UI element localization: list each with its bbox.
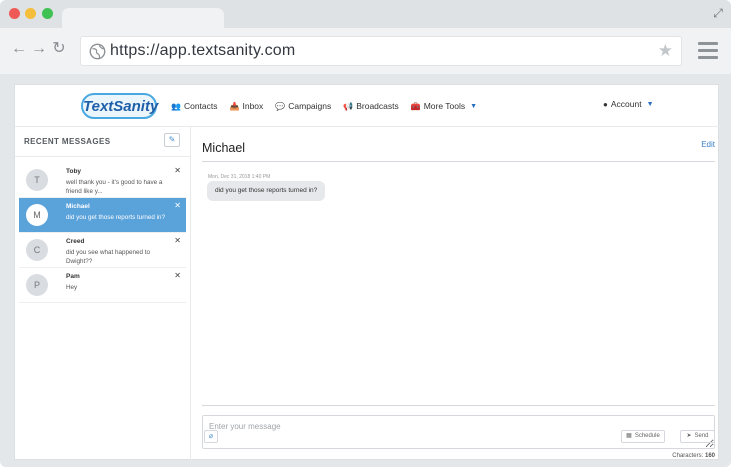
reload-icon[interactable]: ↻ (50, 40, 68, 58)
schedule-button[interactable]: ▦ Schedule (621, 430, 665, 443)
users-icon: 👥 (171, 101, 181, 111)
message-preview: did you see what happened to Dwight?? (66, 249, 151, 265)
browser-tab[interactable] (62, 8, 224, 30)
attach-button[interactable]: ⌀ (204, 430, 218, 443)
send-icon: ➤ (686, 433, 692, 439)
url-text: https://app.textsanity.com (110, 42, 296, 59)
nav-inbox[interactable]: 📥 Inbox (230, 99, 264, 113)
toolbox-icon: 🧰 (410, 101, 421, 111)
account-menu[interactable]: ● Account ▼ (603, 99, 654, 109)
close-window-button[interactable] (9, 8, 20, 19)
browser-window: ⤢ ← → ↻ https://app.textsanity.com ★ Tex… (0, 0, 731, 467)
list-item[interactable]: T Toby well thank you - it's good to hav… (19, 163, 186, 198)
megaphone-icon: 📢 (343, 101, 354, 111)
chat-panel: Michael Edit Mon, Dec 31, 2018 1:40 PM d… (191, 127, 720, 461)
forward-arrow-icon[interactable]: → (30, 40, 48, 58)
avatar: P (26, 274, 48, 296)
avatar: C (26, 239, 48, 261)
message-sender: Toby (66, 168, 82, 175)
chat-divider (202, 161, 715, 162)
inbox-icon: 📥 (229, 101, 240, 111)
message-preview: Hey (66, 284, 78, 291)
send-button[interactable]: ➤ Send (680, 430, 715, 443)
list-item[interactable]: M Michael did you get those reports turn… (19, 198, 186, 233)
calendar-icon: ▦ (626, 433, 632, 439)
message-sender: Creed (66, 238, 85, 245)
list-item[interactable]: C Creed did you see what happened to Dwi… (19, 233, 186, 268)
message-sender: Pam (66, 273, 80, 280)
avatar: T (26, 169, 48, 191)
zoom-window-button[interactable] (42, 8, 53, 19)
app-viewport: TextSanity 👥 Contacts 📥 Inbox 💬 Campaign… (14, 84, 720, 461)
minimize-window-button[interactable] (25, 8, 36, 19)
sidebar-divider (15, 156, 190, 157)
character-counter: Characters: 160 (672, 453, 715, 459)
nav-campaigns[interactable]: 💬 Campaigns (275, 99, 331, 113)
message-preview: did you get those reports turned in? (66, 214, 166, 221)
edit-link[interactable]: Edit (701, 140, 715, 149)
globe-icon (89, 43, 106, 60)
chevron-down-icon: ▼ (646, 100, 654, 108)
back-arrow-icon[interactable]: ← (10, 40, 28, 58)
chat-icon: 💬 (275, 101, 286, 111)
message-sender: Michael (66, 203, 90, 210)
main-nav: 👥 Contacts 📥 Inbox 💬 Campaigns 📢 Broadca… (171, 99, 477, 113)
sidebar: RECENT MESSAGES ✎ T Toby well thank you … (15, 127, 191, 461)
recent-messages-title: RECENT MESSAGES (24, 137, 111, 146)
chat-divider-bottom (202, 405, 715, 406)
nav-more-tools[interactable]: 🧰 More Tools ▼ (411, 99, 477, 113)
nav-contacts[interactable]: 👥 Contacts (171, 99, 218, 113)
list-item[interactable]: P Pam Hey ✕ (19, 268, 186, 303)
title-bar: ⤢ (0, 0, 731, 30)
message-list: T Toby well thank you - it's good to hav… (19, 163, 186, 303)
textsanity-logo[interactable]: TextSanity (81, 93, 158, 119)
compose-icon: ✎ (168, 135, 176, 144)
address-bar[interactable]: https://app.textsanity.com ★ (80, 36, 682, 66)
browser-menu-icon[interactable] (698, 42, 718, 60)
message-timestamp: Mon, Dec 31, 2018 1:40 PM (208, 174, 271, 180)
message-bubble: did you get those reports turned in? (207, 181, 326, 201)
compose-button[interactable]: ✎ (164, 133, 180, 147)
chat-contact-name: Michael (202, 141, 246, 155)
close-icon[interactable]: ✕ (174, 271, 181, 280)
user-circle-icon: ● (603, 99, 608, 109)
paperclip-icon: ⌀ (208, 433, 214, 440)
avatar: M (26, 204, 48, 226)
app-header: TextSanity 👥 Contacts 📥 Inbox 💬 Campaign… (15, 85, 720, 127)
fullscreen-icon[interactable]: ⤢ (711, 6, 725, 20)
close-icon[interactable]: ✕ (174, 236, 181, 245)
nav-broadcasts[interactable]: 📢 Broadcasts (343, 99, 399, 113)
close-icon[interactable]: ✕ (174, 201, 181, 210)
message-preview: well thank you - it's good to have a fri… (66, 179, 163, 195)
chevron-down-icon: ▼ (470, 102, 478, 110)
close-icon[interactable]: ✕ (174, 166, 181, 175)
bookmark-star-icon[interactable]: ★ (658, 41, 673, 61)
